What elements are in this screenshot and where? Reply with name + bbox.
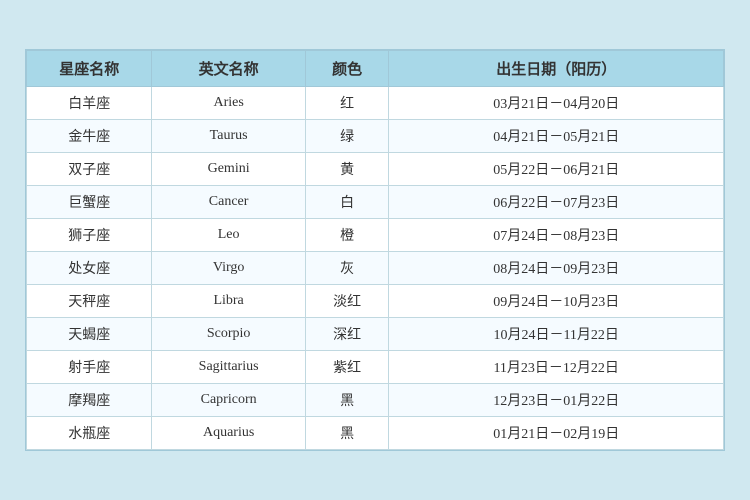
cell-english: Sagittarius xyxy=(152,351,305,384)
cell-color: 黑 xyxy=(305,417,389,450)
table-row: 双子座Gemini黄05月22日－06月21日 xyxy=(27,153,724,186)
cell-color: 淡红 xyxy=(305,285,389,318)
header-color: 颜色 xyxy=(305,51,389,87)
table-row: 金牛座Taurus绿04月21日－05月21日 xyxy=(27,120,724,153)
cell-color: 红 xyxy=(305,87,389,120)
cell-chinese: 射手座 xyxy=(27,351,152,384)
cell-date: 08月24日－09月23日 xyxy=(389,252,724,285)
table-row: 处女座Virgo灰08月24日－09月23日 xyxy=(27,252,724,285)
cell-color: 灰 xyxy=(305,252,389,285)
table-row: 水瓶座Aquarius黑01月21日－02月19日 xyxy=(27,417,724,450)
table-row: 白羊座Aries红03月21日－04月20日 xyxy=(27,87,724,120)
cell-english: Aquarius xyxy=(152,417,305,450)
table-row: 摩羯座Capricorn黑12月23日－01月22日 xyxy=(27,384,724,417)
cell-chinese: 天秤座 xyxy=(27,285,152,318)
cell-chinese: 双子座 xyxy=(27,153,152,186)
cell-chinese: 处女座 xyxy=(27,252,152,285)
cell-chinese: 水瓶座 xyxy=(27,417,152,450)
table-row: 射手座Sagittarius紫红11月23日－12月22日 xyxy=(27,351,724,384)
cell-english: Capricorn xyxy=(152,384,305,417)
cell-english: Leo xyxy=(152,219,305,252)
cell-color: 绿 xyxy=(305,120,389,153)
cell-date: 12月23日－01月22日 xyxy=(389,384,724,417)
table-row: 天蝎座Scorpio深红10月24日－11月22日 xyxy=(27,318,724,351)
table-row: 巨蟹座Cancer白06月22日－07月23日 xyxy=(27,186,724,219)
cell-date: 10月24日－11月22日 xyxy=(389,318,724,351)
table-row: 狮子座Leo橙07月24日－08月23日 xyxy=(27,219,724,252)
cell-date: 09月24日－10月23日 xyxy=(389,285,724,318)
cell-date: 04月21日－05月21日 xyxy=(389,120,724,153)
header-date: 出生日期（阳历） xyxy=(389,51,724,87)
cell-date: 11月23日－12月22日 xyxy=(389,351,724,384)
cell-chinese: 摩羯座 xyxy=(27,384,152,417)
cell-date: 01月21日－02月19日 xyxy=(389,417,724,450)
cell-english: Scorpio xyxy=(152,318,305,351)
cell-date: 06月22日－07月23日 xyxy=(389,186,724,219)
header-chinese: 星座名称 xyxy=(27,51,152,87)
table-body: 白羊座Aries红03月21日－04月20日金牛座Taurus绿04月21日－0… xyxy=(27,87,724,450)
header-english: 英文名称 xyxy=(152,51,305,87)
table-row: 天秤座Libra淡红09月24日－10月23日 xyxy=(27,285,724,318)
table-header-row: 星座名称 英文名称 颜色 出生日期（阳历） xyxy=(27,51,724,87)
cell-color: 橙 xyxy=(305,219,389,252)
cell-chinese: 金牛座 xyxy=(27,120,152,153)
cell-english: Taurus xyxy=(152,120,305,153)
cell-color: 黑 xyxy=(305,384,389,417)
cell-color: 紫红 xyxy=(305,351,389,384)
cell-color: 黄 xyxy=(305,153,389,186)
cell-chinese: 白羊座 xyxy=(27,87,152,120)
cell-english: Gemini xyxy=(152,153,305,186)
cell-english: Virgo xyxy=(152,252,305,285)
cell-english: Libra xyxy=(152,285,305,318)
cell-date: 03月21日－04月20日 xyxy=(389,87,724,120)
zodiac-table: 星座名称 英文名称 颜色 出生日期（阳历） 白羊座Aries红03月21日－04… xyxy=(26,50,724,450)
zodiac-table-container: 星座名称 英文名称 颜色 出生日期（阳历） 白羊座Aries红03月21日－04… xyxy=(25,49,725,451)
cell-english: Aries xyxy=(152,87,305,120)
cell-chinese: 狮子座 xyxy=(27,219,152,252)
cell-english: Cancer xyxy=(152,186,305,219)
cell-date: 05月22日－06月21日 xyxy=(389,153,724,186)
cell-date: 07月24日－08月23日 xyxy=(389,219,724,252)
cell-color: 白 xyxy=(305,186,389,219)
cell-chinese: 天蝎座 xyxy=(27,318,152,351)
cell-color: 深红 xyxy=(305,318,389,351)
cell-chinese: 巨蟹座 xyxy=(27,186,152,219)
